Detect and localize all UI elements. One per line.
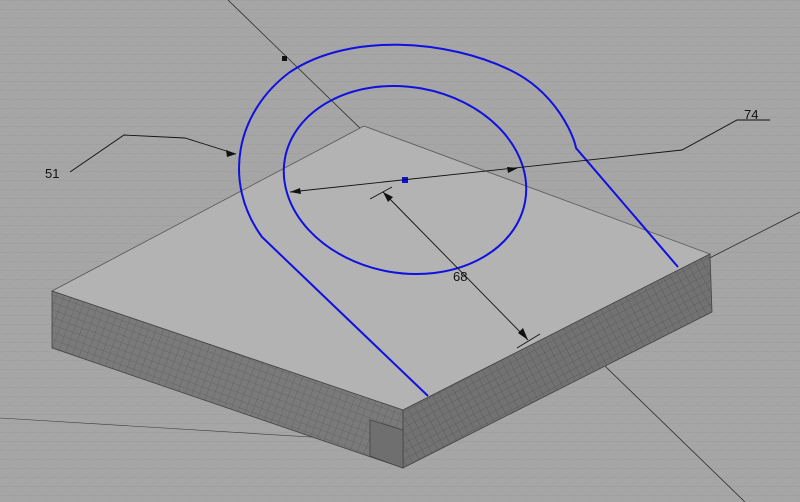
axis-end-point[interactable] [282, 56, 287, 61]
cad-viewport[interactable]: 51 74 68 [0, 0, 800, 502]
cad-model-canvas[interactable]: 51 74 68 [0, 0, 800, 502]
dim-68-label[interactable]: 68 [453, 269, 467, 284]
dim-51-label[interactable]: 51 [45, 166, 59, 181]
dim-74-label[interactable]: 74 [744, 107, 758, 122]
